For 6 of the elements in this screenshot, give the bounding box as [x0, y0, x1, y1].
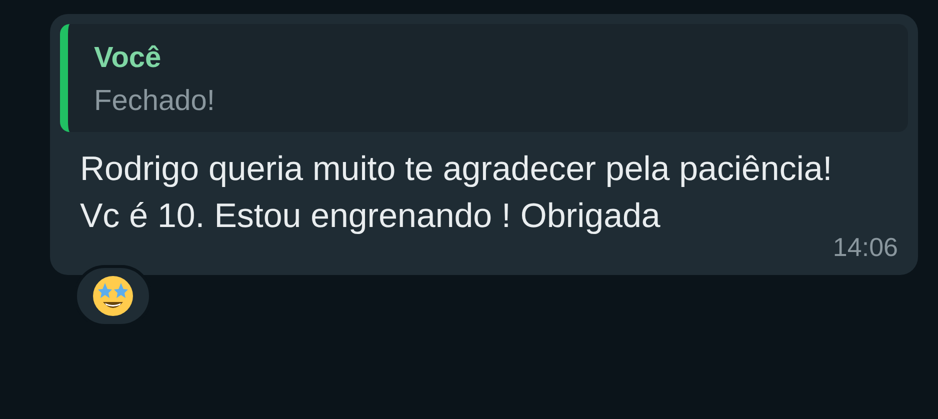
quote-text: Fechado!: [94, 85, 216, 118]
quoted-message[interactable]: Você Fechado!: [60, 24, 908, 132]
star-eyes-emoji-icon: [91, 274, 135, 318]
quote-author: Você: [94, 42, 162, 75]
message-time: 14:06: [832, 232, 898, 263]
message-text: Rodrigo queria muito te agradecer pela paciência! Vc é 10. Estou engrenando ! Obrigada: [80, 149, 834, 237]
